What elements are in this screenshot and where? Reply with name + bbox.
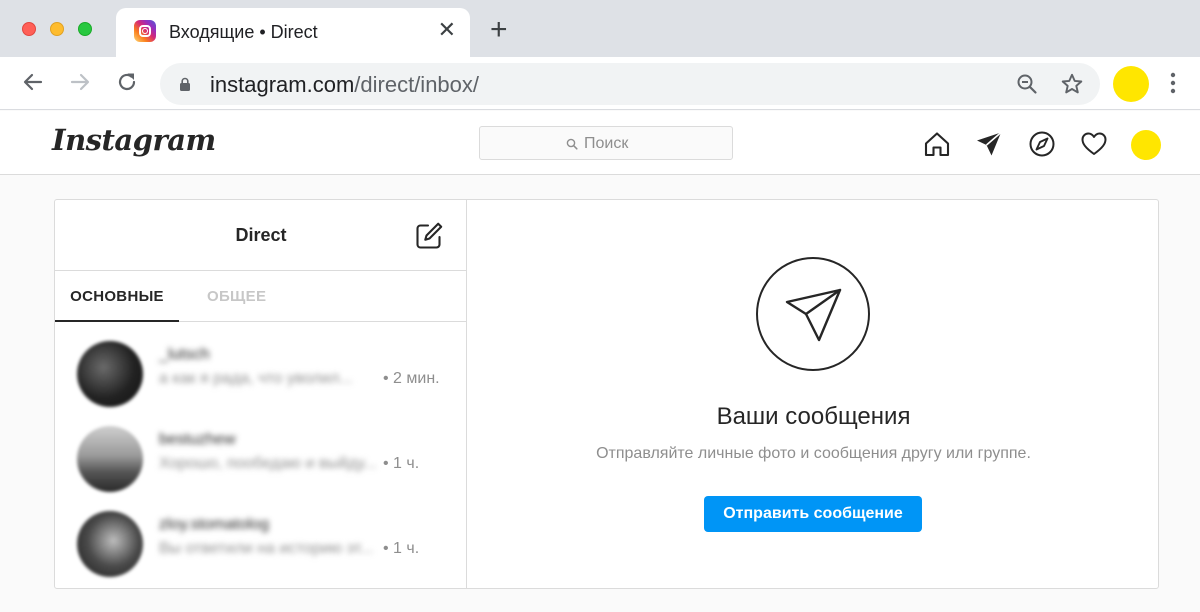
browser-tab-active[interactable]: Входящие • Direct ✕ [116, 8, 470, 57]
browser-tab-strip: Входящие • Direct ✕ + [0, 0, 1200, 57]
bookmark-star-icon[interactable] [1060, 72, 1084, 96]
search-placeholder: Поиск [584, 135, 629, 152]
empty-state-subtitle: Отправляйте личные фото и сообщения друг… [596, 445, 1031, 462]
user-avatar[interactable] [1131, 130, 1161, 160]
tab-primary[interactable]: ОСНОВНЫЕ [55, 271, 179, 322]
new-message-icon[interactable] [413, 220, 445, 252]
tab-general[interactable]: ОБЩЕЕ [207, 271, 279, 322]
reload-icon[interactable] [114, 69, 140, 95]
window-close-button[interactable] [22, 22, 36, 36]
explore-icon[interactable] [1028, 130, 1056, 158]
forward-arrow-icon[interactable] [67, 69, 93, 95]
zoom-out-icon[interactable] [1016, 73, 1038, 95]
window-minimize-button[interactable] [50, 22, 64, 36]
search-input[interactable]: Поиск [479, 126, 733, 160]
direct-icon[interactable] [975, 130, 1003, 158]
thread-time: • 2 мин. [383, 370, 440, 387]
thread-avatar [77, 341, 143, 407]
new-tab-button[interactable]: + [490, 15, 508, 45]
thread-time: • 1 ч. [383, 455, 420, 472]
inbox-tabs: ОСНОВНЫЕ ОБЩЕЕ [55, 271, 467, 322]
inbox-header: Direct [55, 200, 467, 271]
thread-preview: Вы ответили на историю эт... [159, 540, 374, 557]
send-message-button[interactable]: Отправить сообщение [704, 496, 922, 532]
url-host: instagram.com [210, 72, 355, 97]
lock-icon[interactable] [178, 77, 192, 91]
instagram-logo[interactable]: Instagram [52, 123, 216, 157]
address-bar[interactable]: instagram.com/direct/inbox/ [160, 63, 1100, 105]
thread-avatar [77, 511, 143, 577]
home-icon[interactable] [923, 130, 951, 158]
thread-username: _lutsch [159, 346, 210, 363]
empty-state-title: Ваши сообщения [716, 403, 911, 430]
thread-preview: а как я рада, что уволил... [159, 370, 353, 387]
window-zoom-button[interactable] [78, 22, 92, 36]
search-placeholder-row: Поиск [566, 135, 628, 153]
tab-title: Входящие • Direct [169, 22, 318, 42]
empty-conversation-pane: Ваши сообщения Отправляйте личные фото и… [467, 200, 1158, 588]
search-icon [566, 138, 578, 150]
thread-avatar [77, 426, 143, 492]
thread-item[interactable]: zloy.stomatolog Вы ответили на историю э… [55, 503, 467, 587]
activity-heart-icon[interactable] [1080, 130, 1108, 158]
url-path: /direct/inbox/ [354, 72, 480, 97]
inbox-column: Direct ОСНОВНЫЕ ОБЩЕЕ _lutsch а как я ра… [55, 200, 467, 588]
inbox-title: Direct [235, 225, 287, 245]
paper-plane-icon [785, 288, 842, 342]
thread-username: zloy.stomatolog [159, 516, 269, 533]
thread-preview: Хорошо, пообедаю и выйду... [159, 455, 377, 472]
direct-panel: Direct ОСНОВНЫЕ ОБЩЕЕ _lutsch а как я ра… [54, 199, 1159, 589]
messages-circle [756, 257, 870, 371]
kebab-menu-icon[interactable] [1170, 71, 1176, 95]
browser-toolbar: instagram.com/direct/inbox/ [0, 57, 1200, 110]
instagram-favicon-icon [134, 20, 156, 42]
thread-item[interactable]: bestuzhew Хорошо, пообедаю и выйду... • … [55, 418, 467, 502]
instagram-header: Instagram Поиск [0, 111, 1200, 175]
back-arrow-icon[interactable] [20, 69, 46, 95]
url-text[interactable]: instagram.com/direct/inbox/ [210, 72, 479, 98]
thread-item[interactable]: _lutsch а как я рада, что уволил... • 2 … [55, 333, 467, 417]
tab-close-icon[interactable]: ✕ [438, 19, 456, 41]
thread-time: • 1 ч. [383, 540, 420, 557]
thread-username: bestuzhew [159, 431, 236, 448]
browser-profile-avatar[interactable] [1113, 66, 1149, 102]
